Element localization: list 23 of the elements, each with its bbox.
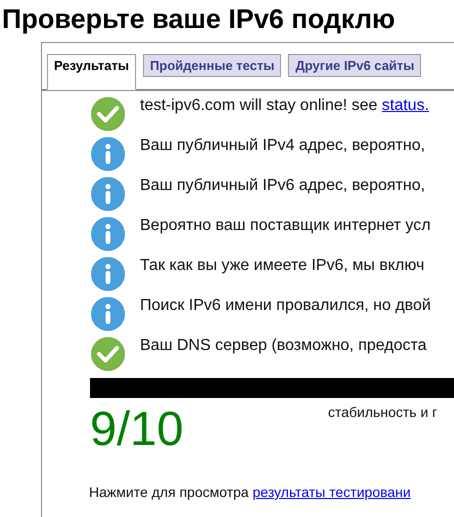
result-text: Ваш DNS сервер (возможно, предоста bbox=[140, 336, 427, 356]
checkmark-icon bbox=[90, 336, 126, 372]
tab[interactable]: Другие IPv6 сайты bbox=[288, 54, 422, 77]
result-text: Вероятно ваш поставщик интернет усл bbox=[140, 216, 431, 236]
results-link[interactable]: результаты тестировани bbox=[252, 484, 411, 500]
result-text: Так как вы уже имеете IPv6, мы включ bbox=[140, 256, 424, 276]
footer-text: Нажмите для просмотра результаты тестировани bbox=[89, 483, 412, 502]
result-text: Ваш публичный IPv6 адрес, вероятно, bbox=[140, 176, 426, 196]
info-icon bbox=[90, 256, 126, 292]
tab[interactable]: Пройденные тесты bbox=[142, 54, 282, 77]
result-text: Ваш публичный IPv4 адрес, вероятно, bbox=[140, 136, 426, 156]
info-icon bbox=[90, 176, 126, 212]
status-link[interactable]: status. bbox=[382, 97, 430, 114]
result-text: test-ipv6.com will stay online! see status. bbox=[140, 96, 430, 116]
score-caption: стабильность и г bbox=[328, 403, 438, 422]
score: 9/10 bbox=[90, 402, 184, 456]
info-icon bbox=[90, 216, 126, 252]
tab[interactable]: Результаты bbox=[47, 54, 136, 90]
checkmark-icon bbox=[90, 96, 126, 132]
page-title: Проверьте ваше IPv6 подклю bbox=[1, 3, 396, 35]
info-icon bbox=[90, 136, 126, 172]
result-text: Поиск IPv6 имени провалился, но двой bbox=[140, 296, 431, 316]
info-icon bbox=[90, 296, 126, 332]
